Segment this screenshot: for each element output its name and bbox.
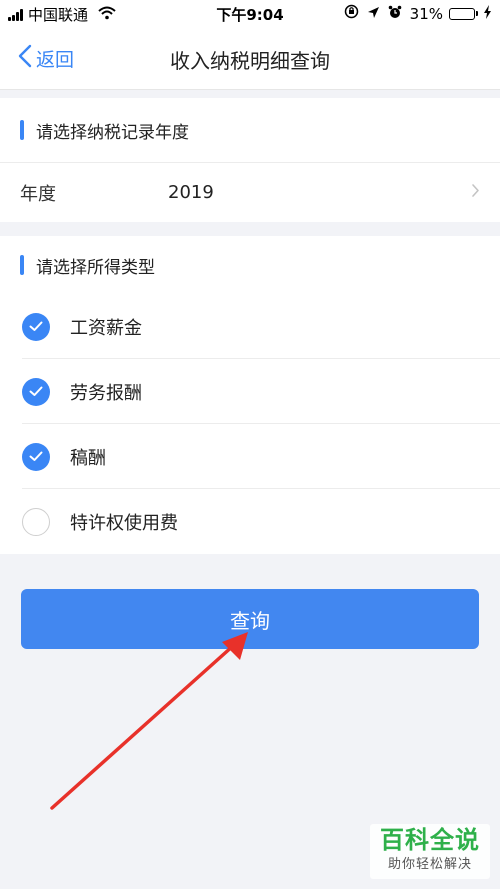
type-option-label: 稿酬 <box>70 447 106 469</box>
section-marker <box>20 255 24 275</box>
year-section-header: 请选择纳税记录年度 <box>0 98 500 162</box>
watermark-sub: 助你轻松解决 <box>387 857 472 872</box>
status-right: 31% <box>344 4 492 23</box>
type-option-label: 劳务报酬 <box>70 382 142 404</box>
year-selector[interactable]: 年度 2019 <box>0 162 500 222</box>
status-bar: 中国联通 下午9:04 31% <box>0 0 500 26</box>
type-option[interactable]: 工资薪金 <box>0 294 500 359</box>
year-value: 2019 <box>168 182 214 203</box>
chevron-right-icon <box>471 183 480 202</box>
type-option[interactable]: 稿酬 <box>0 424 500 489</box>
type-section: 请选择所得类型 工资薪金劳务报酬稿酬特许权使用费 <box>0 236 500 554</box>
watermark-main: 百科全说 <box>380 826 480 854</box>
battery-percent: 31% <box>409 4 443 23</box>
type-option-list: 工资薪金劳务报酬稿酬特许权使用费 <box>0 294 500 554</box>
unchecked-circle-icon[interactable] <box>22 507 50 536</box>
page-title: 收入纳税明细查询 <box>170 49 330 73</box>
type-option-label: 工资薪金 <box>70 317 142 339</box>
orientation-lock-icon <box>344 4 359 23</box>
type-option[interactable]: 劳务报酬 <box>0 359 500 424</box>
nav-bar: 返回 收入纳税明细查询 <box>0 26 500 90</box>
location-icon <box>367 5 380 23</box>
type-option[interactable]: 特许权使用费 <box>0 489 500 554</box>
year-section: 请选择纳税记录年度 年度 2019 <box>0 98 500 222</box>
checked-circle-icon[interactable] <box>22 377 50 406</box>
checked-circle-icon[interactable] <box>22 312 50 341</box>
watermark-logo: 百科全说 助你轻松解决 <box>370 824 490 879</box>
battery-icon <box>449 7 478 20</box>
checked-circle-icon[interactable] <box>22 442 50 471</box>
type-option-label: 特许权使用费 <box>70 512 178 534</box>
alarm-icon <box>388 5 402 23</box>
query-button[interactable]: 查询 <box>21 589 479 649</box>
year-section-title: 请选择纳税记录年度 <box>36 122 189 143</box>
type-section-header: 请选择所得类型 <box>0 236 500 294</box>
section-marker <box>20 120 24 140</box>
charging-icon <box>483 4 492 23</box>
year-label: 年度 <box>20 183 56 205</box>
type-section-title: 请选择所得类型 <box>36 257 155 278</box>
